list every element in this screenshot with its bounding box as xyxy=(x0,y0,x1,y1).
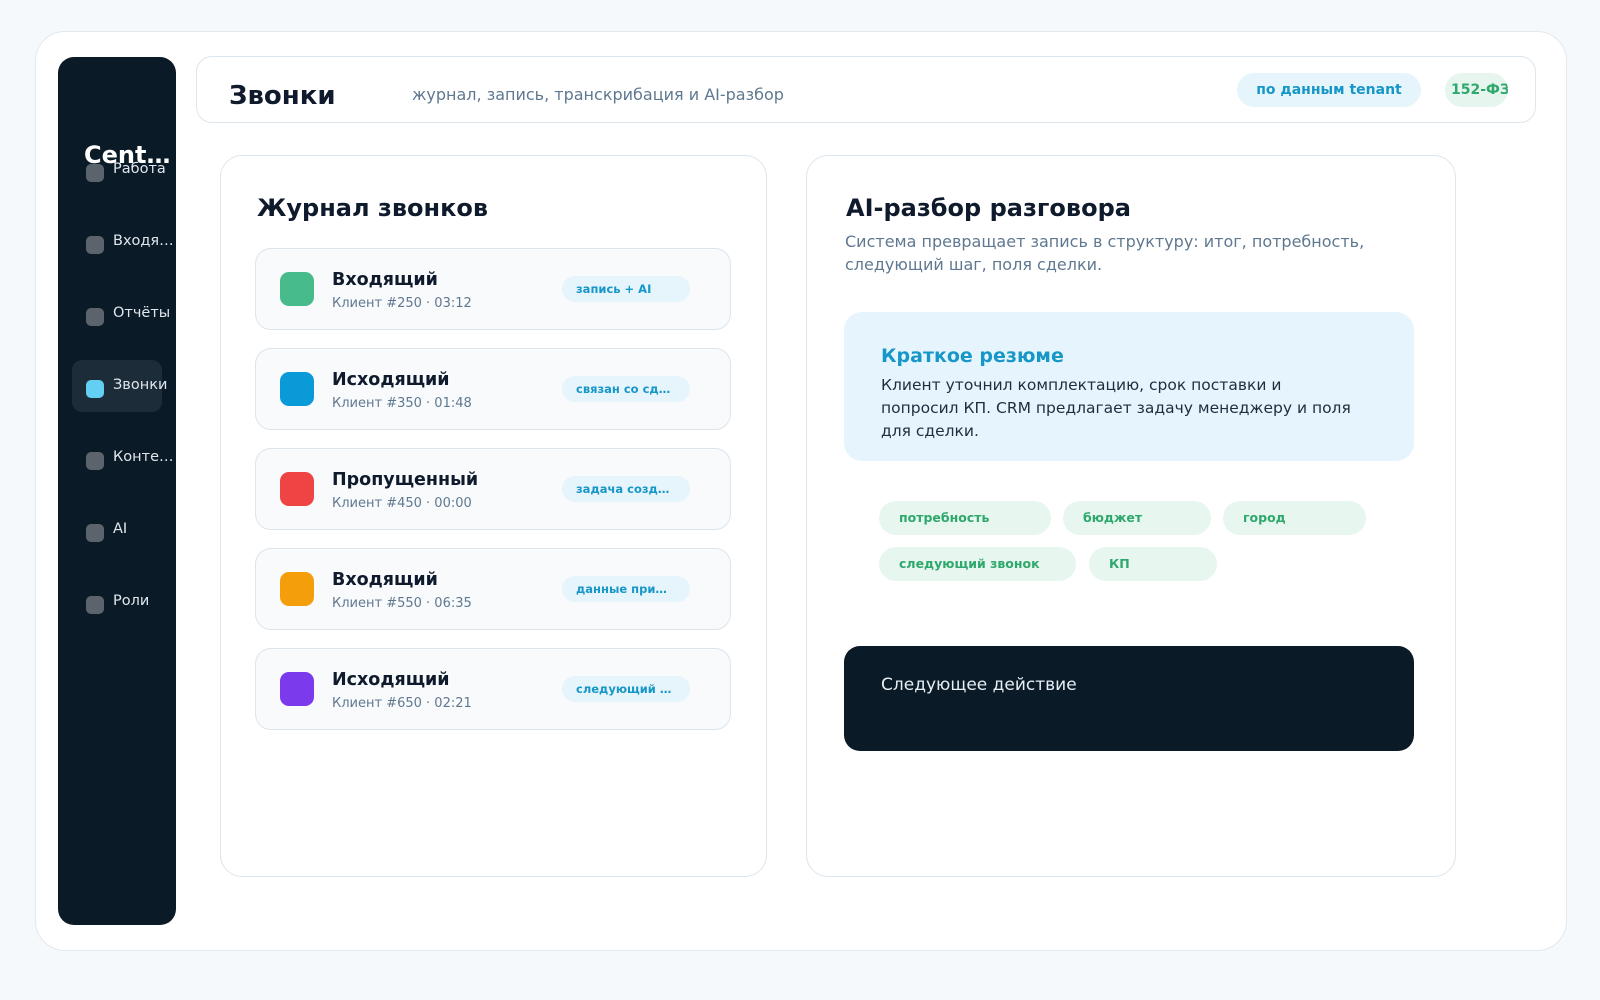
call-meta: Клиент #250 · 03:12 xyxy=(332,296,472,311)
field-chip-budget[interactable]: бюджет xyxy=(1063,501,1211,535)
call-row[interactable]: Исходящий Клиент #350 · 01:48 связан со … xyxy=(255,348,731,430)
call-type: Пропущенный xyxy=(332,470,479,490)
nav-dot-icon xyxy=(86,380,104,398)
nav-dot-icon xyxy=(86,308,104,326)
ai-analysis-subtitle: Система превращает запись в структуру: и… xyxy=(845,232,1365,274)
ai-analysis-panel: AI-разбор разговора Система превращает з… xyxy=(806,155,1456,877)
summary-title: Краткое резюме xyxy=(881,345,1064,367)
page-header: Звонки журнал, запись, транскрибация и A… xyxy=(196,56,1536,123)
call-row[interactable]: Входящий Клиент #250 · 03:12 запись + AI xyxy=(255,248,731,330)
sidebar-item-label: Роли xyxy=(113,593,150,609)
nav-dot-icon xyxy=(86,164,104,182)
call-meta: Клиент #350 · 01:48 xyxy=(332,396,472,411)
call-meta: Клиент #650 · 02:21 xyxy=(332,696,472,711)
sidebar-item-work[interactable]: Работа xyxy=(72,144,166,196)
call-log-panel: Журнал звонков Входящий Клиент #250 · 03… xyxy=(220,155,767,877)
call-status-icon xyxy=(280,572,314,606)
sidebar-item-label: Контент xyxy=(113,449,175,465)
call-tag: связан со сделкой xyxy=(562,376,690,402)
call-tag: данные применены xyxy=(562,576,690,602)
call-meta: Клиент #550 · 06:35 xyxy=(332,596,472,611)
call-status-icon xyxy=(280,272,314,306)
sidebar-item-label: Входящие xyxy=(113,233,175,249)
compliance-badge: 152-ФЗ xyxy=(1445,73,1508,107)
field-chip-quote[interactable]: КП xyxy=(1089,547,1217,581)
call-tag: задача создана xyxy=(562,476,690,502)
call-type: Исходящий xyxy=(332,670,450,690)
ai-analysis-title: AI-разбор разговора xyxy=(846,194,1131,222)
sidebar-item-label: Работа xyxy=(113,161,166,177)
next-action-label: Следующее действие xyxy=(881,675,1077,695)
call-row[interactable]: Входящий Клиент #550 · 06:35 данные прим… xyxy=(255,548,731,630)
sidebar-item-roles[interactable]: Роли xyxy=(72,576,162,628)
sidebar: Centra Работа Входящие Отчёты Звонки Кон… xyxy=(58,57,176,925)
call-status-icon xyxy=(280,672,314,706)
field-chip-need[interactable]: потребность xyxy=(879,501,1051,535)
call-status-icon xyxy=(280,472,314,506)
sidebar-item-inbox[interactable]: Входящие xyxy=(72,216,175,268)
summary-card: Краткое резюме Клиент уточнил комплектац… xyxy=(844,312,1414,461)
sidebar-item-reports[interactable]: Отчёты xyxy=(72,288,170,340)
call-type: Исходящий xyxy=(332,370,450,390)
call-tag: следующий шаг xyxy=(562,676,690,702)
nav-dot-icon xyxy=(86,452,104,470)
call-type: Входящий xyxy=(332,570,438,590)
summary-text: Клиент уточнил комплектацию, срок постав… xyxy=(881,376,1351,440)
nav-dot-icon xyxy=(86,236,104,254)
field-chip-city[interactable]: город xyxy=(1223,501,1366,535)
nav-dot-icon xyxy=(86,596,104,614)
page-title: Звонки xyxy=(229,81,336,111)
call-row[interactable]: Исходящий Клиент #650 · 02:21 следующий … xyxy=(255,648,731,730)
sidebar-item-label: AI xyxy=(113,521,128,537)
call-log-title: Журнал звонков xyxy=(257,194,489,222)
call-type: Входящий xyxy=(332,270,438,290)
field-chip-next-call[interactable]: следующий звонок xyxy=(879,547,1076,581)
call-tag: запись + AI xyxy=(562,276,690,302)
sidebar-item-label: Звонки xyxy=(113,377,168,393)
sidebar-item-label: Отчёты xyxy=(113,305,171,321)
nav-dot-icon xyxy=(86,524,104,542)
tenant-badge: по данным tenant xyxy=(1237,73,1421,107)
page-subtitle: журнал, запись, транскрибация и AI-разбо… xyxy=(412,85,784,104)
sidebar-item-calls[interactable]: Звонки xyxy=(72,360,167,412)
call-row[interactable]: Пропущенный Клиент #450 · 00:00 задача с… xyxy=(255,448,731,530)
next-action-card[interactable]: Следующее действие xyxy=(844,646,1414,751)
call-status-icon xyxy=(280,372,314,406)
call-meta: Клиент #450 · 00:00 xyxy=(332,496,472,511)
sidebar-item-ai[interactable]: AI xyxy=(72,504,162,556)
sidebar-item-content[interactable]: Контент xyxy=(72,432,175,484)
